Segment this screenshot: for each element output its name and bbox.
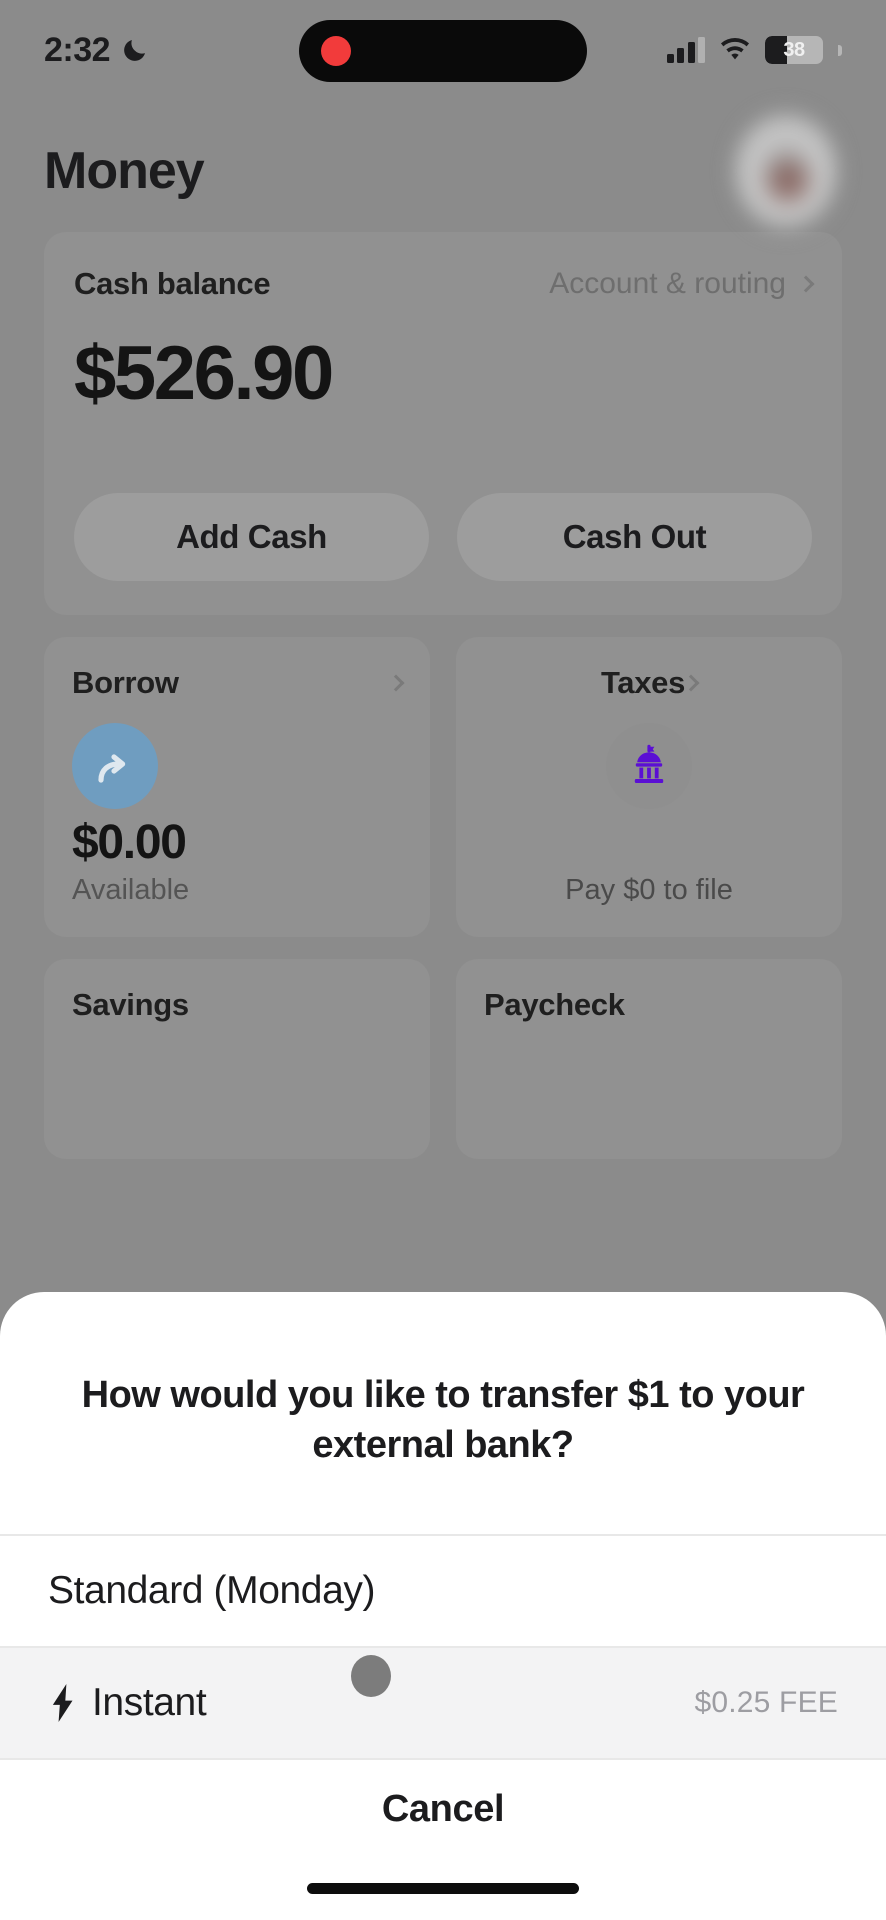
taxes-sub-label: Pay $0 to file (565, 874, 733, 906)
cash-balance-label: Cash balance (74, 266, 271, 301)
bolt-icon (52, 1684, 73, 1722)
option-instant[interactable]: Instant $0.25 FEE (0, 1648, 886, 1758)
add-cash-button[interactable]: Add Cash (74, 493, 429, 581)
feature-tiles-row-partial: Savings Paycheck (44, 959, 842, 1159)
touch-indicator (351, 1655, 391, 1697)
borrow-tile[interactable]: Borrow $0.00 Available (44, 637, 430, 937)
action-sheet-title: How would you like to transfer $1 to you… (81, 1373, 805, 1466)
home-indicator[interactable] (307, 1883, 579, 1894)
main-content: Cash balance Account & routing $526.90 A… (0, 220, 886, 1159)
status-bar-right: 38 (666, 36, 842, 64)
chevron-right-icon (387, 674, 405, 692)
cash-out-button[interactable]: Cash Out (457, 493, 812, 581)
paycheck-tile-title: Paycheck (484, 987, 625, 1022)
borrow-amount: $0.00 (72, 816, 187, 869)
option-standard[interactable]: Standard (Monday) (0, 1536, 886, 1646)
taxes-tile-footer: Pay $0 to file (484, 874, 814, 907)
taxes-tile-title: Taxes (600, 665, 686, 700)
taxes-tile-header: Taxes (600, 665, 700, 701)
cash-balance-actions: Add Cash Cash Out (74, 493, 812, 581)
option-instant-label-group: Instant (48, 1681, 207, 1725)
page-title: Money (44, 142, 205, 200)
avatar[interactable] (730, 107, 842, 235)
cancel-button-row[interactable]: Cancel (0, 1760, 886, 1920)
dynamic-island (299, 20, 587, 82)
app-header: Money (0, 100, 886, 235)
cancel-button[interactable]: Cancel (382, 1788, 505, 1831)
phone-screen: 2:32 38 Money Cash balance Account & rou… (0, 0, 886, 1920)
option-standard-label: Standard (Monday) (48, 1569, 376, 1612)
feature-tiles-row: Borrow $0.00 Available Taxes Pay $0 to f… (44, 637, 842, 937)
status-bar-left: 2:32 (44, 31, 254, 70)
savings-tile[interactable]: Savings (44, 959, 430, 1159)
borrow-tile-title: Borrow (72, 665, 179, 700)
chevron-right-icon (682, 674, 700, 692)
status-bar-time: 2:32 (44, 30, 111, 69)
chevron-right-icon (797, 275, 815, 293)
battery-icon: 38 (765, 36, 823, 64)
cash-balance-amount: $526.90 (74, 331, 334, 416)
cash-balance-header: Cash balance Account & routing (74, 266, 815, 302)
paycheck-tile[interactable]: Paycheck (456, 959, 842, 1159)
record-dot-icon (321, 36, 351, 66)
option-instant-fee: $0.25 FEE (694, 1686, 838, 1719)
wifi-icon (720, 38, 750, 60)
moon-icon (124, 40, 146, 61)
battery-cap (838, 44, 842, 56)
option-instant-label: Instant (92, 1681, 207, 1724)
savings-tile-title: Savings (72, 987, 189, 1022)
transfer-speed-action-sheet: How would you like to transfer $1 to you… (0, 1291, 886, 1920)
battery-level: 38 (783, 39, 805, 61)
cash-balance-card[interactable]: Cash balance Account & routing $526.90 A… (44, 232, 842, 615)
paycheck-tile-header: Paycheck (484, 987, 814, 1023)
borrow-tile-header: Borrow (72, 665, 405, 701)
borrow-tile-footer: $0.00 Available (72, 815, 402, 907)
government-building-icon (606, 723, 692, 809)
account-routing-link[interactable]: Account & routing (549, 267, 815, 301)
forward-arrow-icon (72, 723, 158, 809)
account-routing-label: Account & routing (549, 267, 786, 300)
borrow-sub-label: Available (72, 874, 190, 906)
status-bar: 2:32 38 (0, 0, 886, 100)
taxes-tile[interactable]: Taxes Pay $0 to file (456, 637, 842, 937)
cellular-signal-icon (666, 37, 705, 63)
savings-tile-header: Savings (72, 987, 402, 1023)
